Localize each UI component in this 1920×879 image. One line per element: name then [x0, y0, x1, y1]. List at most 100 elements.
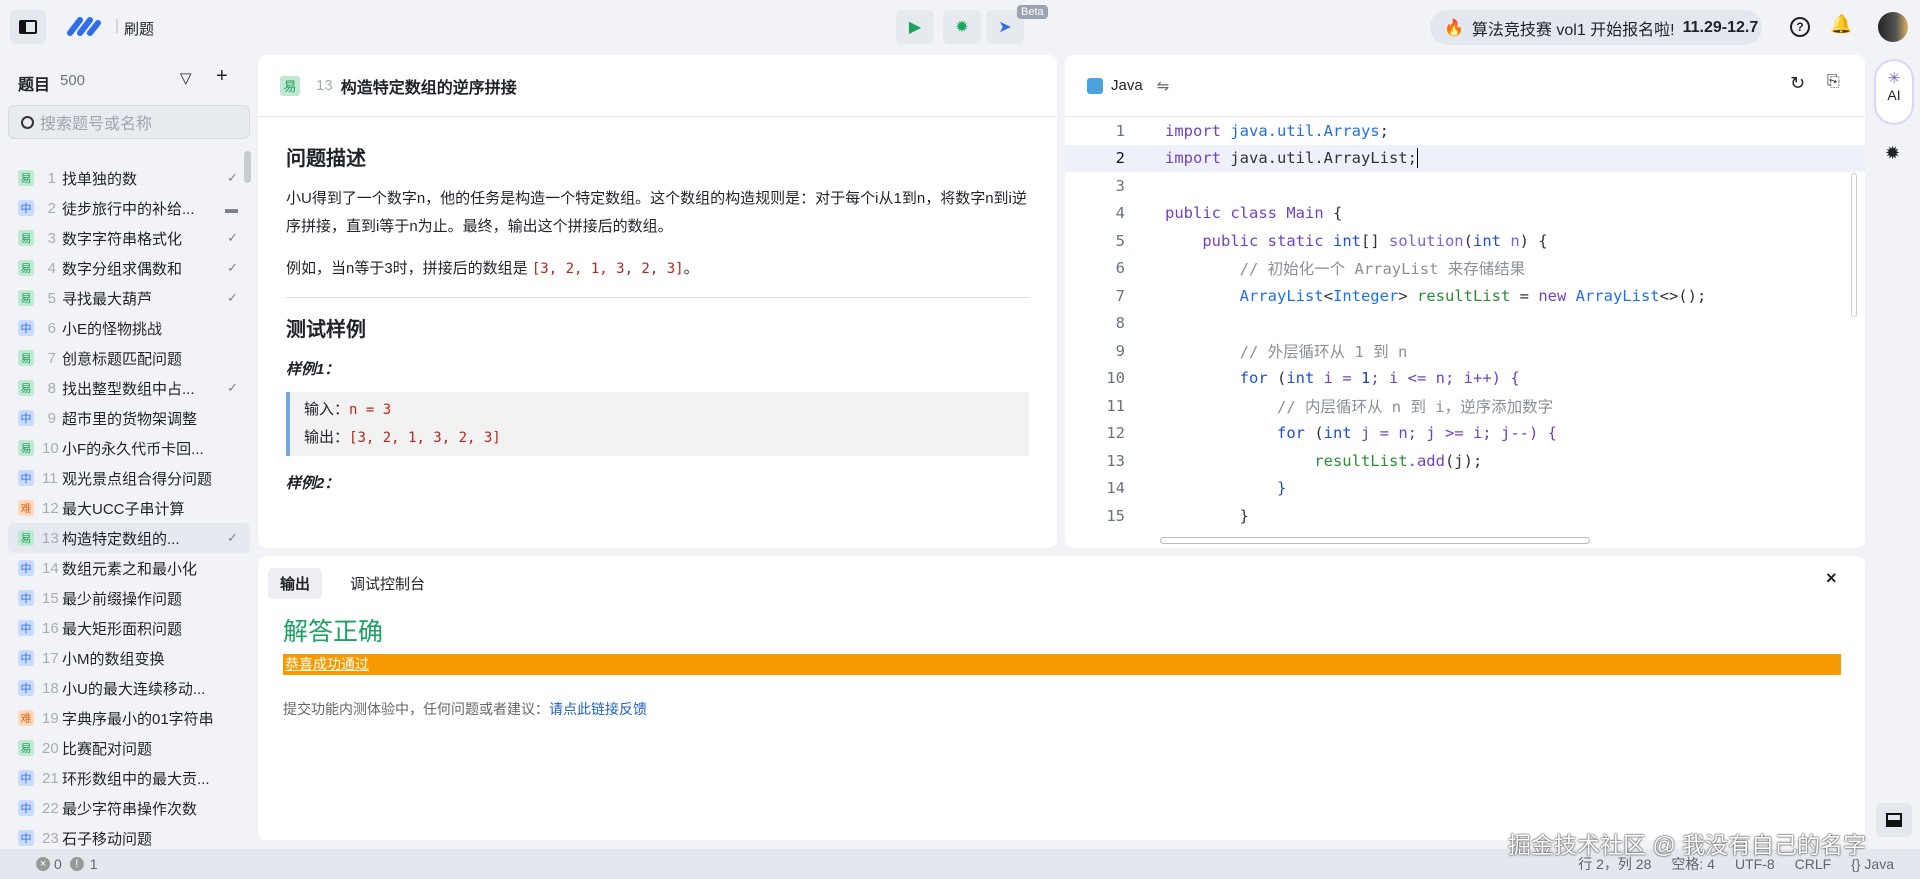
beta-badge: Beta [1017, 5, 1048, 19]
difficulty-badge: 易 [18, 740, 34, 756]
problem-list-item[interactable]: 中 17 小M的数组变换 [8, 643, 250, 673]
problem-name: 构造特定数组的... [62, 530, 180, 548]
status-icon: ▬ [225, 200, 238, 216]
problem-list-item[interactable]: 易 20 比赛配对问题 [8, 733, 250, 763]
code-line: 3 [1065, 172, 1865, 200]
panel-toggle-icon[interactable] [1876, 803, 1912, 837]
right-rail: ✳ AI ✹ [1870, 55, 1920, 849]
line-number: 5 [1115, 231, 1125, 250]
code-line: 8 [1065, 310, 1865, 338]
problem-name: 数字分组求偶数和 [62, 260, 183, 278]
problem-list-item[interactable]: 中 11 观光景点组合得分问题 [8, 463, 250, 493]
tab-output[interactable]: 输出 [268, 568, 323, 599]
debug-button[interactable]: ✹ [943, 10, 981, 44]
search-input[interactable]: 搜索题号或名称 [8, 105, 250, 139]
difficulty-badge: 易 [18, 380, 34, 396]
tests-heading: 测试样例 [286, 319, 366, 341]
problem-name: 创意标题匹配问题 [62, 350, 183, 368]
line-number: 14 [1106, 479, 1125, 498]
line-number: 15 [1106, 506, 1125, 525]
debug-icon[interactable]: ✹ [1885, 143, 1900, 164]
text-cursor [1416, 148, 1419, 169]
language-selector[interactable]: Java [1111, 77, 1143, 94]
warning-icon[interactable]: ! [69, 857, 84, 871]
difficulty-badge: 难 [18, 710, 34, 726]
success-banner: 恭喜成功通过 [283, 654, 1841, 675]
difficulty-badge: 中 [18, 620, 34, 636]
sidebar-icon [19, 20, 37, 34]
problem-list-item[interactable]: 中 9 超市里的货物架调整 [8, 403, 250, 433]
problem-list-item[interactable]: 难 19 字典序最小的01字符串 [8, 703, 250, 733]
sample-1-label: 样例1： [286, 361, 340, 378]
code-area[interactable]: 1 import java.util.Arrays; 2 import java.ut… [1065, 117, 1865, 530]
problem-list-item[interactable]: 易 7 创意标题匹配问题 [8, 343, 250, 373]
problem-list: 易 1 找单独的数 ✓ 中 2 徒步旅行中的补给... ▬ 易 3 数字字符串格式化 ✓ 易 4 数字分组求… [8, 163, 250, 853]
contest-banner[interactable]: 🔥 算法竞技赛 vol1 开始报名啦! 11.29-12.7 [1430, 10, 1762, 45]
feedback-link[interactable]: 请点此链接反馈 [549, 701, 647, 717]
problem-list-item[interactable]: 中 6 小E的怪物挑战 [8, 313, 250, 343]
java-icon [1087, 77, 1103, 94]
format-icon[interactable]: ⎘ [1827, 73, 1840, 91]
problem-name: 最少前缀操作问题 [62, 590, 183, 608]
problem-list-item[interactable]: 中 18 小U的最大连续移动... [8, 673, 250, 703]
difficulty-badge: 难 [18, 500, 34, 516]
problem-list-item[interactable]: 中 15 最少前缀操作问题 [8, 583, 250, 613]
scrollbar[interactable] [244, 151, 251, 183]
sidebar-toggle-button[interactable] [10, 10, 46, 44]
problem-list-item[interactable]: 易 13 构造特定数组的... ✓ [8, 523, 250, 553]
problem-list-item[interactable]: 易 5 寻找最大葫芦 ✓ [8, 283, 250, 313]
problem-name: 石子移动问题 [62, 830, 153, 848]
difficulty-badge: 中 [18, 830, 34, 846]
problem-name: 小U的最大连续移动... [62, 680, 206, 698]
error-icon[interactable]: × [36, 857, 50, 871]
problem-list-item[interactable]: 中 22 最少字符串操作次数 [8, 793, 250, 823]
bell-icon[interactable]: 🔔 [1830, 14, 1852, 35]
close-icon[interactable]: × [1826, 568, 1837, 589]
line-number: 6 [1115, 259, 1125, 278]
difficulty-badge: 中 [18, 200, 34, 216]
difficulty-badge: 中 [18, 770, 34, 786]
switch-icon[interactable]: ⇋ [1157, 77, 1170, 95]
problem-list-item[interactable]: 易 4 数字分组求偶数和 ✓ [8, 253, 250, 283]
code-line: 1 import java.util.Arrays; [1065, 117, 1865, 145]
filter-icon[interactable]: ▽ [180, 69, 192, 87]
problem-name: 寻找最大葫芦 [62, 290, 153, 308]
code-line: 2 import java.util.ArrayList; [1065, 144, 1865, 172]
status-icon: ✓ [227, 260, 238, 275]
problem-list-item[interactable]: 易 3 数字字符串格式化 ✓ [8, 223, 250, 253]
help-icon[interactable]: ? [1790, 17, 1810, 37]
line-number: 13 [1106, 451, 1125, 470]
problem-list-item[interactable]: 中 21 环形数组中的最大贡... [8, 763, 250, 793]
tab-debug-console[interactable]: 调试控制台 [350, 573, 425, 594]
vertical-scrollbar[interactable] [1851, 173, 1857, 317]
line-number: 10 [1106, 369, 1125, 388]
add-icon[interactable]: + [216, 65, 228, 88]
problem-list-item[interactable]: 易 1 找单独的数 ✓ [8, 163, 250, 193]
code-line: 7 ArrayList<Integer> resultList = new Ar… [1065, 282, 1865, 310]
avatar[interactable] [1878, 12, 1908, 42]
horizontal-scrollbar[interactable] [1160, 537, 1590, 544]
sparkle-icon: ✳ [1887, 70, 1901, 87]
difficulty-badge: 中 [18, 470, 34, 486]
ai-button[interactable]: ✳ AI [1874, 59, 1914, 125]
status-icon: ✓ [227, 380, 238, 395]
code-line: 5 public static int[] solution(int n) { [1065, 227, 1865, 255]
problem-name: 找单独的数 [62, 170, 138, 188]
problem-list-item[interactable]: 中 14 数组元素之和最小化 [8, 553, 250, 583]
problem-list-item[interactable]: 难 12 最大UCC子串计算 [8, 493, 250, 523]
problem-list-item[interactable]: 中 16 最大矩形面积问题 [8, 613, 250, 643]
difficulty-badge: 中 [18, 680, 34, 696]
code-line: 15 } [1065, 502, 1865, 530]
code-line: 14 } [1065, 475, 1865, 503]
run-button[interactable]: ▶ [896, 10, 934, 44]
problem-list-item[interactable]: 易 10 小F的永久代币卡回... [8, 433, 250, 463]
problem-list-item[interactable]: 易 8 找出整型数组中占... ✓ [8, 373, 250, 403]
section-title: 刷题 [124, 21, 155, 38]
code-line: 13 resultList.add(j); [1065, 447, 1865, 475]
problem-list-item[interactable]: 中 2 徒步旅行中的补给... ▬ [8, 193, 250, 223]
difficulty-badge: 易 [18, 350, 34, 366]
code-line: 6 // 初始化一个 ArrayList 来存储结果 [1065, 255, 1865, 283]
reset-icon[interactable]: ↻ [1790, 73, 1805, 94]
problem-sidebar: 题目 500 ▽ + 搜索题号或名称 易 1 找单独的数 ✓ 中 2 徒步旅行中的补给...… [0, 55, 255, 849]
top-bar: | 刷题 ▶ ✹ ➤ Beta 🔥 算法竞技赛 vol1 开始报名啦! 11.2… [0, 0, 1920, 55]
